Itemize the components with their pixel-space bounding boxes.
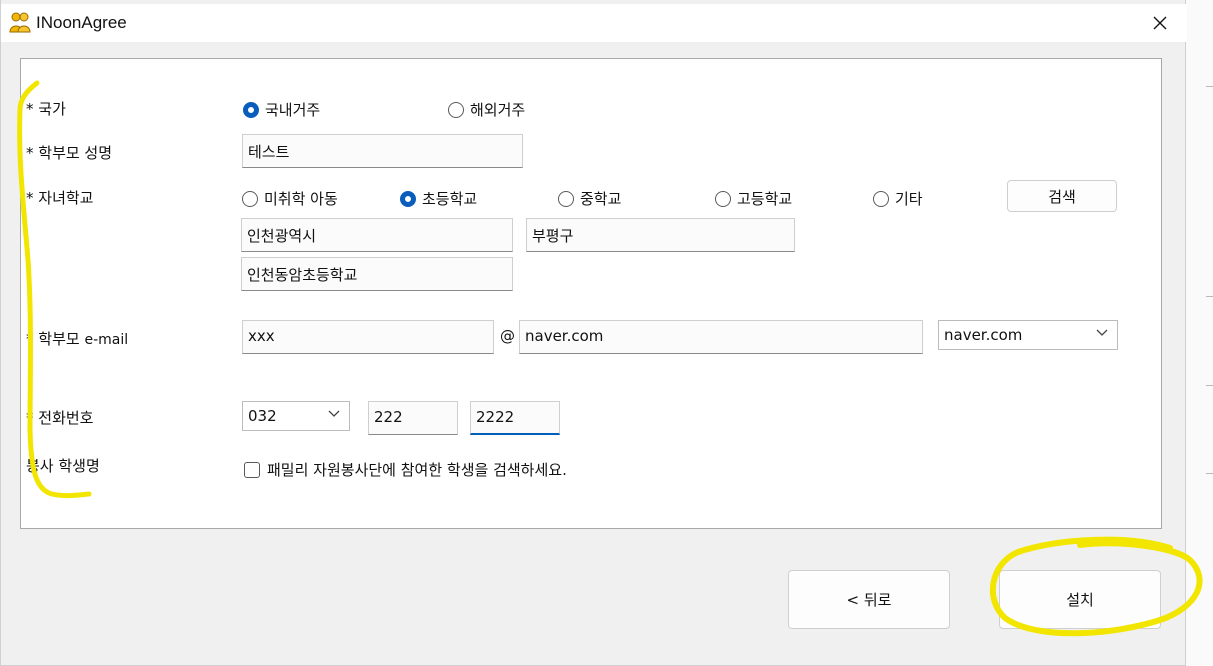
desktop-background [1186, 0, 1213, 666]
radio-other-label: 기타 [895, 190, 923, 208]
parent-name-label: * 학부모 성명 [26, 144, 113, 162]
radio-unselected-indicator [448, 101, 464, 118]
app-people-icon [9, 12, 31, 33]
back-button[interactable]: < 뒤로 [788, 570, 950, 629]
radio-unselected-indicator [715, 190, 731, 207]
installer-window: INoonAgree * 국가 국내거주 해외거주 * 학부모 성명 테스트 *… [0, 0, 1187, 666]
parent-name-input[interactable]: 테스트 [242, 134, 523, 168]
radio-domestic[interactable]: 국내거주 [243, 99, 320, 120]
close-icon [1153, 16, 1167, 30]
email-at-sign: @ [500, 327, 515, 345]
radio-elementary-label: 초등학교 [422, 190, 478, 208]
radio-other[interactable]: 기타 [873, 188, 923, 209]
phone-area-code-value: 032 [248, 407, 277, 425]
checkbox-box [244, 461, 260, 478]
phone-last-input[interactable]: 2222 [470, 401, 560, 435]
radio-overseas-label: 해외거주 [470, 101, 526, 119]
close-button[interactable] [1137, 4, 1183, 42]
phone-label: * 전화번호 [26, 409, 94, 427]
radio-unselected-indicator [242, 190, 258, 207]
email-local-input[interactable]: xxx [242, 320, 494, 354]
district-input[interactable]: 부평구 [526, 218, 795, 252]
phone-area-code-select[interactable]: 032 [242, 401, 350, 431]
radio-high[interactable]: 고등학교 [715, 188, 792, 209]
volunteer-search-checkbox[interactable]: 패밀리 자원봉사단에 참여한 학생을 검색하세요. [244, 459, 567, 480]
title-bar: INoonAgree [1, 4, 1187, 42]
install-button[interactable]: 설치 [999, 570, 1161, 629]
background-divider [1206, 296, 1213, 297]
radio-high-label: 고등학교 [737, 190, 793, 208]
email-label-suffix: e-mail [84, 332, 129, 348]
email-label-prefix: * 학부모 [26, 330, 80, 348]
window-title: INoonAgree [36, 13, 127, 32]
background-divider [1206, 473, 1213, 474]
school-name-input[interactable]: 인천동암초등학교 [241, 257, 513, 291]
radio-unselected-indicator [873, 190, 889, 207]
volunteer-student-label: 봉사 학생명 [26, 457, 100, 475]
form-panel [20, 58, 1162, 529]
email-domain-input[interactable]: naver.com [519, 320, 923, 354]
radio-overseas[interactable]: 해외거주 [448, 99, 525, 120]
background-divider [1206, 86, 1213, 87]
radio-unselected-indicator [558, 190, 574, 207]
background-divider [1206, 385, 1213, 386]
radio-domestic-label: 국내거주 [265, 101, 321, 119]
city-input[interactable]: 인천광역시 [241, 218, 513, 252]
chevron-down-icon [328, 410, 340, 417]
email-domain-select-value: naver.com [944, 326, 1023, 344]
school-label: * 자녀학교 [26, 189, 94, 207]
email-label: * 학부모 e-mail [26, 328, 128, 349]
radio-preschool[interactable]: 미취학 아동 [242, 188, 338, 209]
country-label: * 국가 [26, 100, 66, 118]
radio-selected-indicator [243, 101, 259, 118]
radio-selected-indicator [400, 190, 416, 207]
radio-elementary[interactable]: 초등학교 [400, 188, 477, 209]
email-domain-select[interactable]: naver.com [938, 320, 1118, 350]
radio-middle[interactable]: 중학교 [558, 188, 621, 209]
radio-preschool-label: 미취학 아동 [264, 190, 338, 208]
phone-middle-input[interactable]: 222 [368, 401, 458, 435]
school-search-button[interactable]: 검색 [1007, 180, 1117, 212]
radio-middle-label: 중학교 [580, 190, 622, 208]
chevron-down-icon [1096, 329, 1108, 336]
volunteer-search-checkbox-label: 패밀리 자원봉사단에 참여한 학생을 검색하세요. [267, 461, 567, 479]
